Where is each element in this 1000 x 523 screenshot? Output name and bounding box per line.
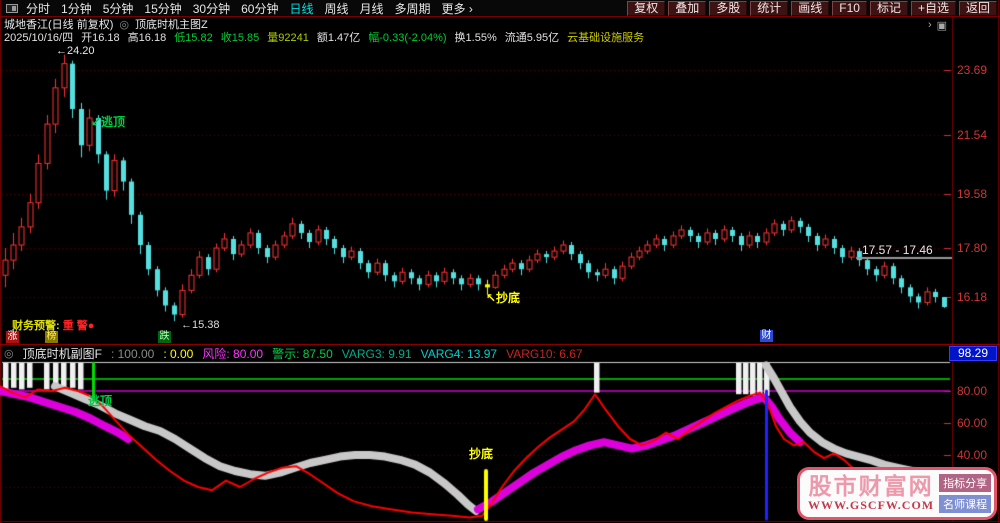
event-marker-财[interactable]: 财 xyxy=(760,330,773,342)
event-marker-跌[interactable]: 跌 xyxy=(158,331,171,343)
watermark-tag-courses: 名师课程 xyxy=(939,495,991,513)
peak-price-label: ←24.20 xyxy=(56,45,95,57)
watermark-tags: 指标分享 名师课程 xyxy=(939,474,991,513)
watermark-site-name: 股市财富网 xyxy=(808,474,934,498)
y-axis-label: 23.69 xyxy=(957,63,999,77)
sub-indicator-name: 顶底时机副图F xyxy=(23,345,102,362)
event-marker-涨[interactable]: 涨 xyxy=(6,331,19,343)
current-value-badge: 98.29 xyxy=(949,346,997,361)
y-axis-label: 21.54 xyxy=(957,128,999,142)
y-axis-label: 16.18 xyxy=(957,290,999,304)
sub-indicator-header: ◎ 顶底时机副图F : 100.00 : 0.00 风险: 80.00 警示: 87.… xyxy=(4,347,583,360)
sub-header-field: VARG3: 9.91 xyxy=(342,347,412,361)
escape-top-label: ↙逃顶 xyxy=(91,113,125,130)
watermark-tag-indicators: 指标分享 xyxy=(939,474,991,492)
chart-canvas[interactable] xyxy=(0,0,1000,523)
low-price-label: ←15.38 xyxy=(181,319,220,331)
support-range-label: 17.57 - 17.46 xyxy=(862,243,933,257)
dip-buy-label: ↖抄底 xyxy=(486,289,520,306)
y-axis-label: 19.58 xyxy=(957,187,999,201)
sub-dip-buy-label: 抄底 xyxy=(469,445,493,462)
app-window: 分时1分钟5分钟15分钟30分钟60分钟日线周线月线多周期更多 › 复权叠加多股… xyxy=(0,0,1000,523)
y-axis-label: 17.80 xyxy=(957,241,999,255)
sub-header-field: : 100.00 xyxy=(111,347,154,361)
watermark-site: 股市财富网 WWW.GSCFW.COM xyxy=(808,474,934,513)
sub-header-field: VARG4: 13.97 xyxy=(421,347,498,361)
sub-header-field: 警示: 87.50 xyxy=(272,345,333,362)
y-axis-label: 60.00 xyxy=(957,416,999,430)
sub-header-field: 风险: 80.00 xyxy=(202,345,263,362)
sub-header-field: VARG10: 6.67 xyxy=(506,347,583,361)
y-axis-label: 40.00 xyxy=(957,448,999,462)
collapse-icon[interactable]: ◎ xyxy=(4,347,14,360)
sub-escape-top-label: 逃顶 xyxy=(88,392,112,409)
watermark-site-url: WWW.GSCFW.COM xyxy=(808,498,934,513)
event-marker-榜[interactable]: 榜 xyxy=(45,331,58,343)
finance-warning-value: 重 警● xyxy=(63,320,95,332)
watermark: 股市财富网 WWW.GSCFW.COM 指标分享 名师课程 xyxy=(797,467,997,520)
sub-header-field: : 0.00 xyxy=(163,347,193,361)
y-axis-label: 80.00 xyxy=(957,384,999,398)
